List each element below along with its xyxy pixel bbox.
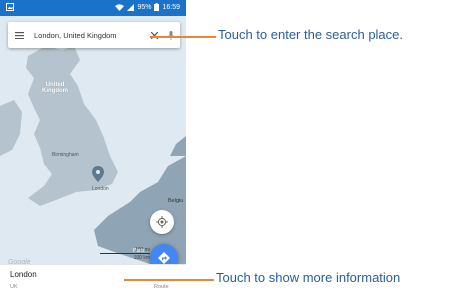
battery-percent: 95%: [137, 3, 152, 11]
map-label-birmingham: Birmingham: [52, 152, 79, 158]
status-bar: 95% 16:59: [0, 0, 186, 16]
phone-screen: 95% 16:59 United Kingdom Birmingham Lond…: [0, 0, 186, 292]
search-input[interactable]: London, United Kingdom: [30, 31, 146, 40]
crosshair-icon: [156, 216, 168, 228]
my-location-button[interactable]: [150, 210, 174, 234]
map-label-paris: Paris: [133, 248, 145, 254]
info-callout-text: Touch to show more information: [216, 270, 401, 285]
hamburger-menu-icon[interactable]: [8, 22, 30, 48]
search-callout-line: [150, 36, 216, 38]
search-callout-text: Touch to enter the search place.: [218, 27, 404, 42]
place-bottom-sheet[interactable]: London UK Route: [0, 264, 186, 292]
battery-icon: [154, 3, 160, 11]
search-bar[interactable]: London, United Kingdom: [8, 22, 180, 48]
directions-icon: [158, 252, 170, 264]
place-name: London: [10, 270, 37, 279]
clock: 16:59: [162, 3, 180, 11]
info-callout-line: [124, 279, 214, 281]
place-country: UK: [10, 284, 18, 290]
map-label-london: London: [92, 186, 109, 192]
map-label-belgium: Belgiu: [168, 198, 184, 204]
close-icon[interactable]: [146, 22, 162, 48]
image-notification-icon: [6, 3, 14, 11]
route-label[interactable]: Route: [154, 284, 169, 290]
scale-km: 100 km: [133, 255, 150, 261]
signal-icon: [127, 3, 135, 11]
microphone-icon[interactable]: [162, 22, 180, 48]
wifi-icon: [115, 3, 125, 11]
map-label-united-kingdom: United Kingdom: [42, 82, 68, 94]
